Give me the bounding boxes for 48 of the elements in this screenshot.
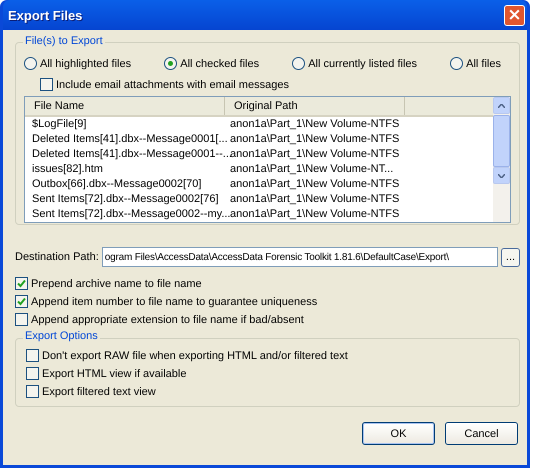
- checkbox[interactable]: [15, 277, 28, 290]
- checkbox-label[interactable]: Don't export RAW file when exporting HTML and/or filtered text: [42, 350, 348, 362]
- radio-button[interactable]: [450, 57, 464, 70]
- destination-label: Destination Path:: [15, 251, 99, 263]
- table-cell-text: Sent Items[72].dbx--Message0002[76]: [31, 192, 220, 207]
- table-cell-text: anon1a\Part_1\New Volume-NTFS: [229, 177, 400, 192]
- table-cell-text: anon1a\Part_1\New Volume-NTFS: [230, 207, 400, 222]
- radio-label[interactable]: All currently listed files: [308, 58, 418, 70]
- destination-field[interactable]: ogram Files\AccessData\AccessData Forensic Toolkit 1.81.6\DefaultCase\Export\: [102, 247, 498, 267]
- radio-button[interactable]: [292, 57, 306, 70]
- ok-button[interactable]: OK: [362, 422, 435, 445]
- checkbox[interactable]: [26, 349, 39, 362]
- table-cell-text: anon1a\Part_1\New Volume-NTFS: [229, 132, 400, 147]
- group-title: File(s) to Export: [23, 35, 105, 47]
- checkbox[interactable]: [26, 367, 39, 380]
- checkbox-label[interactable]: Export filtered text view: [42, 386, 156, 398]
- table-cell-text: anon1a\Part_1\New Volume-NTFS: [229, 192, 400, 207]
- cancel-button[interactable]: Cancel: [445, 422, 518, 445]
- checkbox-label[interactable]: Append item number to file name to guarantee uniqueness: [31, 296, 318, 308]
- radio-button[interactable]: [164, 57, 178, 70]
- radio-label[interactable]: All highlighted files: [40, 58, 132, 70]
- radio-label[interactable]: All files: [466, 58, 501, 70]
- window-title: Export Files: [8, 8, 82, 22]
- scrollbar[interactable]: [493, 97, 510, 222]
- table-cell-text: anon1a\Part_1\New Volume-NT...: [229, 162, 394, 177]
- checkbox[interactable]: [40, 78, 53, 91]
- table-cell-text: Deleted Items[41].dbx--Message0001[...: [31, 132, 227, 147]
- checkbox-label[interactable]: Export HTML view if available: [42, 368, 186, 380]
- table-cell-text: issues[82].htm: [31, 162, 104, 177]
- checkbox[interactable]: [15, 313, 28, 326]
- column-header[interactable]: Original Path: [225, 97, 405, 115]
- radio-button[interactable]: [24, 57, 37, 70]
- table-cell-text: Outbox[66].dbx--Message0002[70]: [31, 177, 202, 192]
- checkbox[interactable]: [26, 385, 39, 398]
- group-title: Export Options: [23, 330, 100, 342]
- checkbox-label[interactable]: Prepend archive name to file name: [31, 278, 202, 290]
- checkbox-label[interactable]: Include email attachments with email messages: [56, 78, 289, 90]
- radio-label[interactable]: All checked files: [180, 58, 260, 70]
- table-cell-text: Sent Items[72].dbx--Message0002--my...: [31, 207, 227, 222]
- browse-button[interactable]: ...: [501, 248, 520, 266]
- scroll-up-icon[interactable]: [498, 104, 505, 108]
- close-button[interactable]: ×: [504, 4, 525, 26]
- table-cell-text: anon1a\Part_1\New Volume-NTFS: [229, 117, 400, 132]
- column-header[interactable]: File Name: [25, 97, 225, 115]
- scroll-down-icon[interactable]: [498, 174, 505, 178]
- checkbox[interactable]: [15, 295, 28, 308]
- checkbox-label[interactable]: Append appropriate extension to file name if bad/absent: [31, 314, 304, 326]
- table-cell-text: $LogFile[9]: [31, 117, 88, 132]
